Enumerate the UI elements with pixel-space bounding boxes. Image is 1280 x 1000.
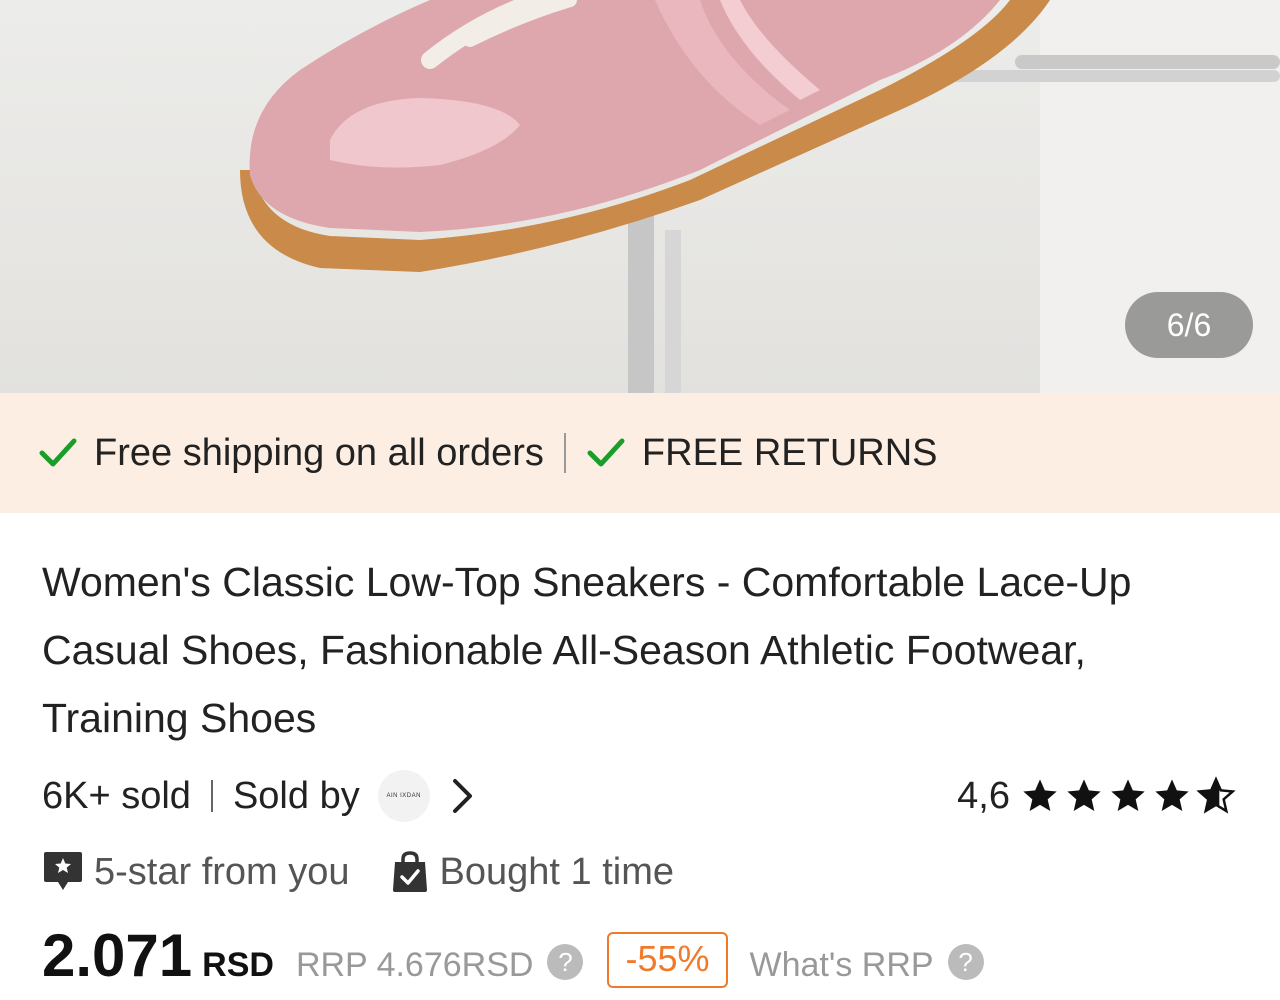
help-icon[interactable]: ? [947, 944, 984, 980]
star-icon [1155, 779, 1189, 811]
half-star-icon [1196, 776, 1236, 814]
product-image[interactable]: 6/6 [0, 0, 1280, 393]
help-icon[interactable]: ? [547, 944, 584, 980]
checkmark-icon [587, 438, 625, 467]
star-icon [1023, 779, 1057, 811]
free-shipping-text: Free shipping on all orders [94, 431, 544, 474]
bought-text: Bought 1 time [439, 850, 675, 893]
product-title: Women's Classic Low-Top Sneakers - Comfo… [42, 559, 1132, 741]
star-icon [1111, 779, 1145, 811]
price: 2.071 [42, 922, 193, 989]
bought-badge: Bought 1 time [390, 850, 674, 894]
checkmark-icon [39, 438, 77, 467]
seller-logo[interactable]: AIN IXDAN [377, 770, 430, 822]
whats-rrp-link[interactable]: What's RRP [750, 946, 934, 985]
sneaker-illustration [240, 0, 1280, 393]
sold-by-label: Sold by [232, 774, 360, 817]
free-returns-item: FREE RETURNS [584, 431, 938, 475]
seller-logo-text: AIN IXDAN [386, 793, 421, 799]
star-icon [1067, 779, 1101, 811]
rating-value: 4,6 [957, 774, 1010, 817]
star-review-icon [44, 852, 82, 890]
shipping-banner: Free shipping on all orders FREE RETURNS [0, 393, 1280, 513]
price-row: 2.071 RSD RRP 4.676RSD ? -55% What's RRP… [42, 920, 984, 1000]
rrp-price: RRP 4.676RSD [295, 946, 534, 984]
sold-count: 6K+ sold [42, 774, 191, 817]
five-star-badge: 5-star from you [42, 850, 350, 894]
price-currency: RSD [202, 946, 274, 984]
divider [210, 780, 213, 812]
shopping-bag-icon [392, 851, 427, 892]
chevron-right-icon[interactable] [450, 776, 476, 816]
rating-stars [1020, 776, 1240, 816]
divider [563, 433, 566, 473]
purchase-badges: 5-star from you Bought 1 time [42, 844, 714, 900]
rating[interactable]: 4,6 [957, 768, 1240, 824]
five-star-text: 5-star from you [94, 850, 350, 893]
discount-badge: -55% [607, 932, 728, 988]
free-returns-text: FREE RETURNS [641, 431, 938, 474]
free-shipping-item: Free shipping on all orders [36, 431, 544, 475]
image-counter: 6/6 [1125, 292, 1253, 358]
